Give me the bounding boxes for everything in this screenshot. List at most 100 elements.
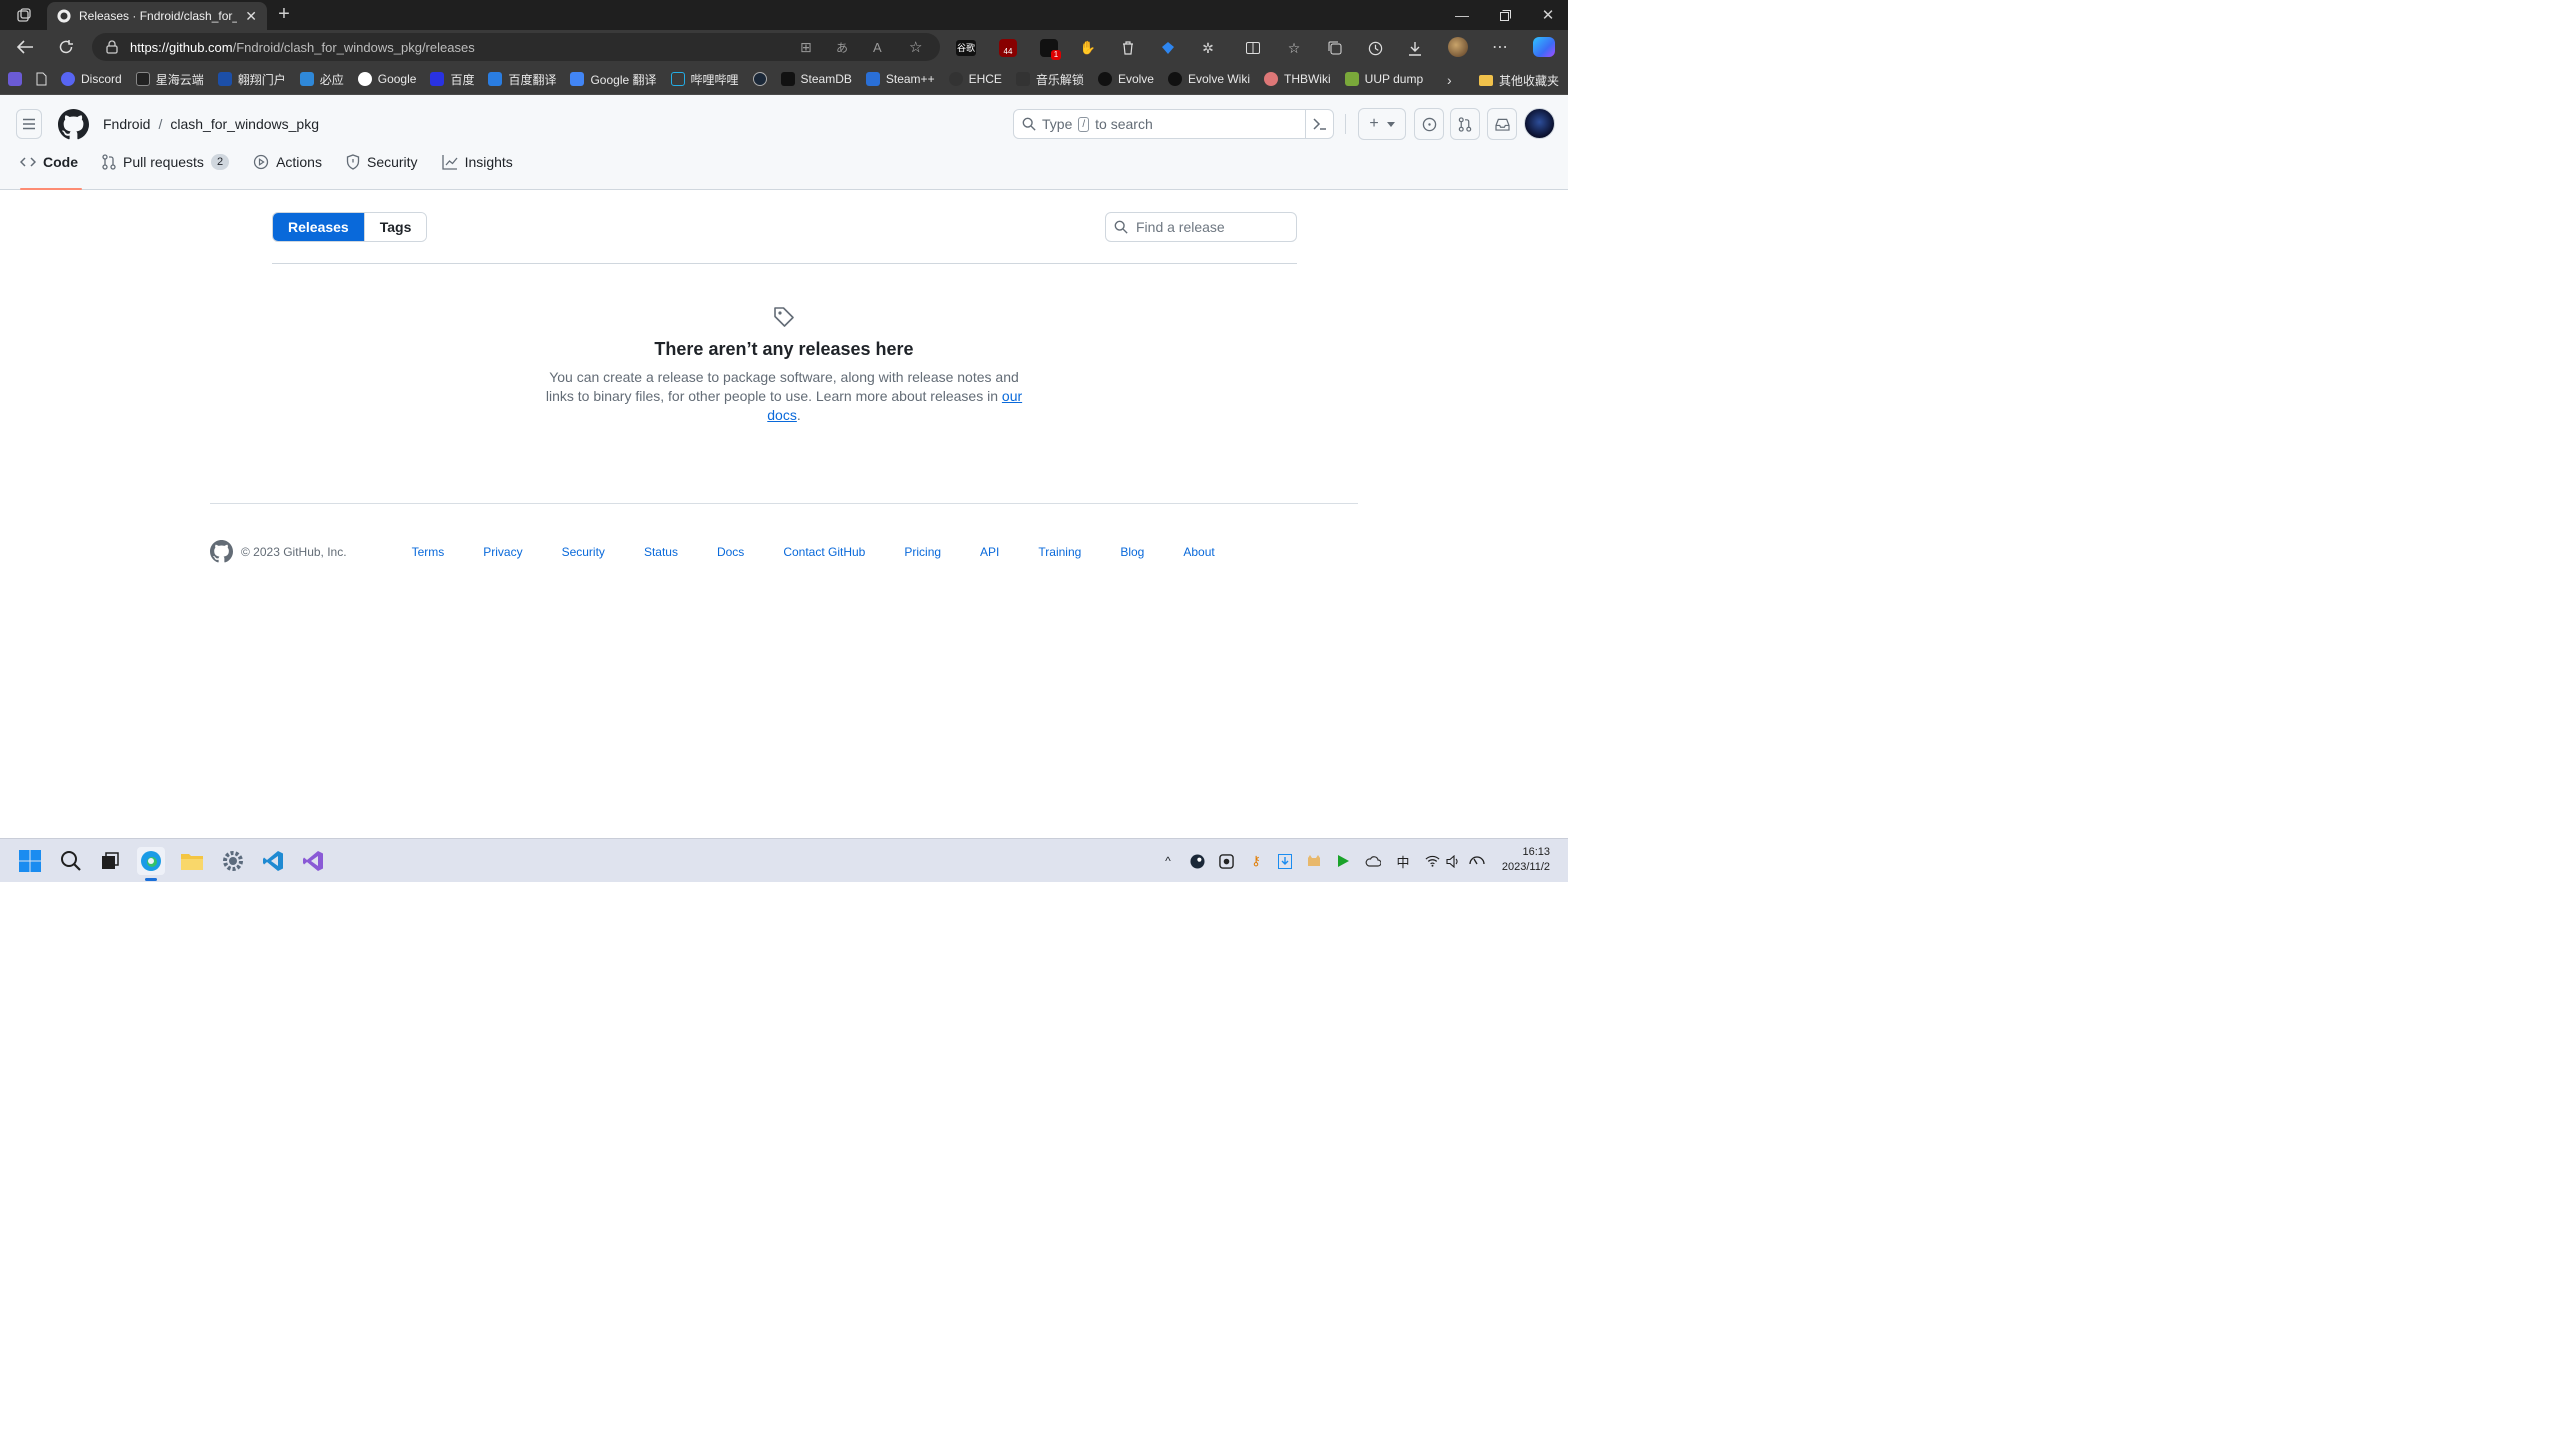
profile-avatar[interactable] (1448, 37, 1468, 57)
collections-icon[interactable] (1326, 39, 1344, 57)
create-new-button[interactable]: + (1358, 108, 1406, 140)
command-palette-icon[interactable] (1305, 110, 1333, 138)
taskbar-search-icon[interactable] (57, 847, 85, 875)
docs-link-part-2[interactable]: docs (767, 407, 797, 423)
extension-trash-icon[interactable] (1119, 39, 1137, 57)
bookmark-item[interactable]: Google 翻译 (570, 71, 657, 88)
tab-actions-icon[interactable] (14, 6, 34, 24)
footer-link-status[interactable]: Status (644, 545, 678, 559)
owner-link[interactable]: Fndroid (103, 116, 150, 132)
onedrive-cloud-icon[interactable] (1365, 853, 1381, 869)
restore-window-icon[interactable] (1495, 6, 1515, 24)
tab-tags[interactable]: Tags (363, 213, 427, 241)
key-tray-icon[interactable]: ⚷ (1248, 853, 1264, 869)
translate-icon[interactable]: あ (836, 39, 848, 56)
bookmark-icon-only[interactable] (8, 72, 22, 86)
url-field[interactable]: https://github.com/Fndroid/clash_for_win… (92, 33, 940, 61)
tab-pull-requests[interactable]: Pull requests 2 (90, 145, 241, 190)
visual-studio-icon[interactable] (299, 847, 327, 875)
inbox-button[interactable] (1487, 108, 1517, 140)
show-hidden-icons-icon[interactable]: ^ (1160, 853, 1176, 869)
download-tray-icon[interactable] (1277, 853, 1293, 869)
volume-icon[interactable] (1445, 853, 1461, 869)
edge-taskbar-icon[interactable] (137, 847, 165, 881)
bookmark-item[interactable]: 百度翻译 (488, 71, 556, 88)
bookmark-item[interactable]: 百度 (430, 71, 474, 88)
task-view-icon[interactable] (96, 847, 124, 875)
bookmark-item[interactable]: EHCE (948, 72, 1002, 86)
bookmark-item[interactable]: Evolve (1097, 72, 1154, 86)
extension-diamond-icon[interactable] (1159, 39, 1177, 57)
bookmark-item[interactable]: 星海云端 (135, 71, 204, 88)
close-window-icon[interactable]: ✕ (1538, 6, 1558, 24)
bookmark-page[interactable] (36, 72, 47, 86)
play-tray-icon[interactable] (1335, 853, 1351, 869)
ime-indicator[interactable]: 中 (1395, 853, 1411, 870)
footer-link-about[interactable]: About (1183, 545, 1214, 559)
extension-badge-icon[interactable]: 1 (1040, 39, 1061, 60)
tab-actions[interactable]: Actions (241, 145, 334, 190)
bookmark-item[interactable]: 翱翔门户 (217, 71, 286, 88)
user-avatar[interactable] (1524, 108, 1555, 139)
downloads-icon[interactable] (1406, 39, 1424, 57)
tab-insights[interactable]: Insights (430, 145, 525, 190)
footer-link-training[interactable]: Training (1038, 545, 1081, 559)
footer-link-security[interactable]: Security (562, 545, 605, 559)
ublock-icon[interactable]: 44 (999, 39, 1017, 57)
start-windows-icon[interactable] (16, 847, 44, 875)
footer-link-contact[interactable]: Contact GitHub (783, 545, 865, 559)
copilot-icon[interactable] (1533, 37, 1555, 57)
hamburger-menu-button[interactable] (16, 109, 42, 139)
bookmark-item[interactable]: 必应 (299, 71, 344, 88)
more-menu-icon[interactable]: ⋯ (1490, 38, 1510, 56)
app-available-icon[interactable]: ⊞ (800, 39, 812, 56)
file-explorer-icon[interactable] (178, 847, 206, 875)
battery-saver-icon[interactable] (1469, 853, 1485, 869)
bookmark-item[interactable]: 音乐解锁 (1015, 71, 1084, 88)
footer-link-blog[interactable]: Blog (1120, 545, 1144, 559)
bookmark-item[interactable]: Evolve Wiki (1167, 72, 1250, 86)
history-icon[interactable] (1366, 39, 1384, 57)
extension-gg-icon[interactable]: 谷歌 (956, 40, 976, 56)
lock-icon[interactable] (106, 40, 118, 54)
read-aloud-icon[interactable]: A (873, 40, 882, 55)
close-tab-icon[interactable]: ✕ (245, 8, 257, 25)
bookmark-item[interactable]: Google (357, 72, 416, 86)
wifi-icon[interactable] (1424, 853, 1440, 869)
find-release-input[interactable]: Find a release (1105, 212, 1297, 242)
tab-security[interactable]: Security (334, 145, 430, 190)
bookmark-item[interactable]: SteamDB (780, 72, 852, 86)
other-bookmarks-folder[interactable]: 其他收藏夹 (1479, 72, 1559, 89)
cat-tray-icon[interactable] (1306, 853, 1322, 869)
bookmark-item[interactable]: 哔哩哔哩 (670, 71, 739, 88)
steam-tray-icon[interactable] (1189, 853, 1205, 869)
bookmark-item[interactable]: Discord (61, 72, 122, 86)
github-logo-icon[interactable] (58, 109, 89, 140)
footer-github-logo-icon[interactable] (210, 540, 233, 563)
clock[interactable]: 16:13 2023/11/2 (1502, 845, 1550, 875)
bookmark-steam[interactable] (752, 72, 767, 86)
issues-button[interactable] (1414, 108, 1444, 140)
tab-releases[interactable]: Releases (273, 213, 364, 241)
bookmark-item[interactable]: Steam++ (865, 72, 935, 86)
favorite-star-icon[interactable]: ☆ (909, 38, 922, 56)
docs-link-part-1[interactable]: our (1002, 388, 1022, 404)
extension-hand-icon[interactable]: ✋ (1079, 39, 1097, 57)
pull-requests-button[interactable] (1450, 108, 1480, 140)
tab-code[interactable]: Code (8, 145, 90, 190)
bookmarks-overflow-icon[interactable]: › (1447, 72, 1452, 88)
tray-app-icon[interactable] (1218, 853, 1234, 869)
extensions-puzzle-icon[interactable]: ✲ (1199, 39, 1217, 57)
bookmark-item[interactable]: THBWiki (1263, 72, 1331, 86)
split-screen-icon[interactable] (1244, 39, 1262, 57)
bookmark-item[interactable]: UUP dump (1344, 72, 1423, 86)
search-input[interactable]: Type / to search (1013, 109, 1334, 139)
minimize-window-icon[interactable]: — (1452, 6, 1472, 24)
footer-link-pricing[interactable]: Pricing (904, 545, 941, 559)
back-icon[interactable] (14, 37, 36, 57)
settings-gear-icon[interactable] (219, 847, 247, 875)
footer-link-terms[interactable]: Terms (412, 545, 445, 559)
browser-tab-active[interactable]: Releases · Fndroid/clash_for_wind ✕ (47, 2, 267, 30)
footer-link-privacy[interactable]: Privacy (483, 545, 522, 559)
footer-link-docs[interactable]: Docs (717, 545, 744, 559)
